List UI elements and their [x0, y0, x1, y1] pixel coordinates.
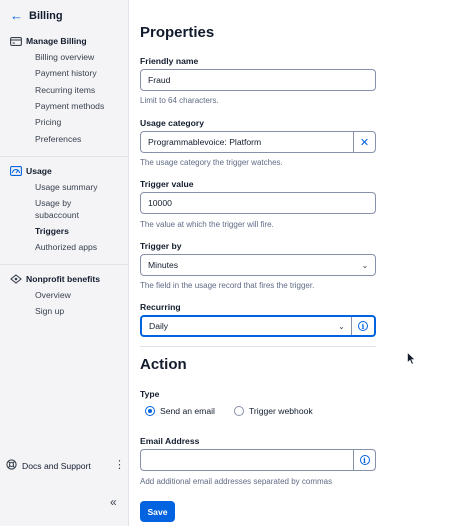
recurring-value: Daily — [149, 321, 169, 331]
sidebar-divider — [0, 156, 128, 157]
trigger-value-help: The value at which the trigger will fire… — [140, 220, 274, 229]
trigger-by-label: Trigger by — [140, 241, 182, 251]
sidebar-item-usage-by-subaccount[interactable]: subaccount — [35, 210, 79, 221]
sidebar-item-authorized-apps[interactable]: Authorized apps — [35, 242, 97, 253]
arrow-left-icon: ← — [10, 8, 23, 23]
sidebar-group-manage-billing[interactable]: Manage Billing — [10, 36, 87, 46]
docs-and-support-link[interactable]: Docs and Support — [6, 459, 91, 472]
info-icon: i — [358, 321, 368, 331]
more-options-icon[interactable]: ⋮ — [114, 458, 125, 471]
sidebar-item-billing-overview[interactable]: Billing overview — [35, 52, 94, 63]
recurring-info-button[interactable]: i — [352, 316, 374, 336]
email-address-help: Add additional email addresses separated… — [140, 477, 333, 486]
trigger-by-help: The field in the usage record that fires… — [140, 281, 315, 290]
email-address-input[interactable]: i — [140, 449, 376, 471]
sidebar-item-usage-by[interactable]: Usage by — [35, 198, 71, 209]
email-address-label: Email Address — [140, 436, 200, 446]
nonprofit-icon — [10, 274, 22, 284]
clear-icon[interactable]: ✕ — [353, 132, 375, 152]
mouse-cursor-icon — [407, 351, 416, 370]
type-label: Type — [140, 389, 160, 399]
radio-label: Send an email — [160, 406, 215, 416]
chevron-down-icon: ⌄ — [361, 260, 369, 270]
sidebar-divider — [0, 264, 128, 265]
recurring-select[interactable]: Daily ⌄ i — [140, 315, 376, 337]
sidebar-item-payment-methods[interactable]: Payment methods — [35, 101, 104, 112]
properties-heading: Properties — [140, 24, 215, 41]
friendly-name-input[interactable]: Fraud — [140, 69, 376, 91]
save-button[interactable]: Save — [140, 501, 175, 522]
radio-send-an-email[interactable]: Send an email — [145, 406, 215, 416]
trigger-by-select[interactable]: Minutes ⌄ — [140, 254, 376, 276]
sidebar-item-pricing[interactable]: Pricing — [35, 117, 61, 128]
usage-category-value: Programmablevoice: Platform — [148, 137, 262, 147]
trigger-value-input[interactable]: 10000 — [140, 192, 376, 214]
collapse-sidebar-icon[interactable]: « — [110, 495, 117, 509]
sidebar-item-preferences[interactable]: Preferences — [35, 134, 81, 145]
sidebar-item-usage-summary[interactable]: Usage summary — [35, 182, 98, 193]
sidebar-group-label: Usage — [26, 166, 52, 176]
friendly-name-help: Limit to 64 characters. — [140, 96, 219, 105]
usage-category-combobox[interactable]: Programmablevoice: Platform ✕ — [140, 131, 376, 153]
radio-label: Trigger webhook — [249, 406, 313, 416]
radio-button[interactable] — [234, 406, 244, 416]
back-to-billing-link[interactable]: ← Billing — [10, 9, 63, 22]
friendly-name-value: Fraud — [148, 75, 171, 85]
sidebar-group-nonprofit-benefits[interactable]: Nonprofit benefits — [10, 274, 100, 284]
sidebar: ← Billing Manage Billing Billing overvie… — [0, 0, 129, 526]
sidebar-item-triggers[interactable]: Triggers — [35, 226, 69, 237]
chevron-down-icon: ⌄ — [332, 317, 352, 335]
friendly-name-label: Friendly name — [140, 56, 199, 66]
sidebar-item-overview[interactable]: Overview — [35, 290, 71, 301]
back-label: Billing — [29, 9, 63, 22]
sidebar-item-payment-history[interactable]: Payment history — [35, 68, 97, 79]
radio-button-selected[interactable] — [145, 406, 155, 416]
docs-label: Docs and Support — [22, 460, 91, 471]
trigger-by-value: Minutes — [148, 260, 179, 270]
sidebar-item-sign-up[interactable]: Sign up — [35, 306, 64, 317]
trigger-value-label: Trigger value — [140, 179, 194, 189]
trigger-value-value: 10000 — [148, 198, 172, 208]
sidebar-group-label: Nonprofit benefits — [26, 274, 100, 284]
email-info-button[interactable]: i — [353, 450, 375, 470]
section-divider — [140, 346, 376, 347]
action-heading: Action — [140, 356, 187, 373]
usage-category-label: Usage category — [140, 118, 205, 128]
usage-gauge-icon — [10, 166, 22, 176]
radio-trigger-webhook[interactable]: Trigger webhook — [234, 406, 313, 416]
sidebar-group-label: Manage Billing — [26, 36, 87, 46]
billing-card-icon — [10, 36, 22, 46]
sidebar-group-usage[interactable]: Usage — [10, 166, 52, 176]
life-ring-icon — [6, 459, 17, 472]
sidebar-item-recurring-items[interactable]: Recurring items — [35, 85, 95, 96]
recurring-label: Recurring — [140, 302, 181, 312]
info-icon: i — [359, 455, 370, 465]
usage-category-help: The usage category the trigger watches. — [140, 158, 283, 167]
